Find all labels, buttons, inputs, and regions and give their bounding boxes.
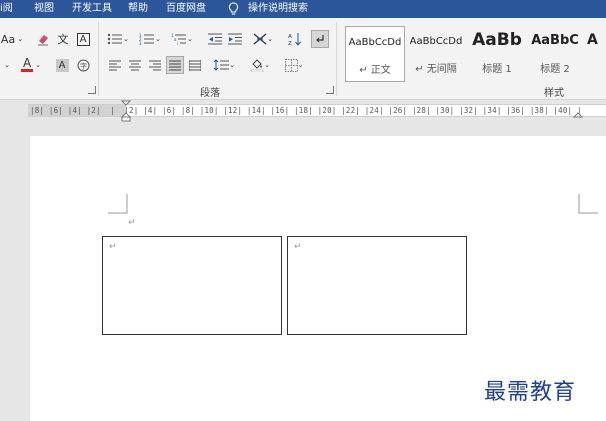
- line-spacing-icon: [213, 59, 230, 71]
- align-right-button[interactable]: [146, 56, 164, 74]
- svg-text:Z: Z: [288, 41, 292, 46]
- phonetic-guide-icon: 文: [57, 33, 69, 46]
- justify-button[interactable]: [166, 56, 184, 74]
- style-sample: A: [587, 32, 598, 48]
- menu-view[interactable]: 视图: [34, 2, 54, 16]
- distributed-button[interactable]: [186, 56, 204, 74]
- sort-button[interactable]: AZ: [286, 30, 304, 48]
- shading-button[interactable]: ⌄: [246, 56, 274, 74]
- menu-bar: i阅 视图 开发工具 帮助 百度网盘 操作说明搜索: [0, 0, 606, 18]
- numbered-list-icon: 123: [139, 33, 155, 45]
- borders-icon: [284, 58, 298, 72]
- svg-text:3: 3: [139, 41, 142, 45]
- table-cell[interactable]: ↵: [287, 236, 467, 335]
- style-sample: AaBbCcDd: [348, 37, 402, 48]
- align-center-button[interactable]: [126, 56, 144, 74]
- style-heading-2[interactable]: AaBbC 标题 2: [527, 26, 583, 82]
- bullet-list-icon: [107, 33, 123, 45]
- horizontal-ruler[interactable]: |8| |6| |4| |2| | |2| |4| |6| |8| |10| |…: [28, 104, 606, 117]
- style-name: ↵ 无间隔: [415, 64, 457, 75]
- character-border-button[interactable]: A: [75, 30, 91, 48]
- menu-developer[interactable]: 开发工具: [72, 2, 112, 16]
- numbering-button[interactable]: 123 ⌄: [136, 30, 164, 48]
- align-left-icon: [109, 60, 121, 70]
- align-right-icon: [149, 60, 161, 70]
- decrease-indent-button[interactable]: [206, 30, 224, 48]
- paragraph-mark: ↵: [128, 218, 136, 228]
- multilevel-list-button[interactable]: 1ai ⌄: [168, 30, 196, 48]
- style-sample: AaBbC: [531, 33, 579, 48]
- paragraph-dialog-launcher-icon[interactable]: [326, 86, 334, 94]
- enclosed-character-icon: 字: [77, 59, 89, 71]
- return-arrow-icon: [316, 35, 324, 43]
- styles-group-label: 样式: [544, 88, 564, 99]
- table-cell[interactable]: ↵: [102, 236, 282, 335]
- align-left-button[interactable]: [106, 56, 124, 74]
- font-color-bar: [21, 69, 34, 72]
- lightbulb-icon[interactable]: [228, 2, 239, 16]
- chinese-layout-icon: [253, 33, 267, 45]
- group-separator: [336, 22, 337, 96]
- character-border-icon: A: [76, 32, 90, 46]
- character-shading-icon: A: [55, 58, 69, 72]
- svg-text:字: 字: [80, 61, 87, 70]
- paint-bucket-icon: [250, 59, 264, 72]
- phonetic-guide-button[interactable]: 文: [54, 30, 72, 48]
- group-separator: [98, 22, 99, 96]
- menu-review[interactable]: i阅: [0, 2, 13, 16]
- decrease-indent-icon: [208, 33, 222, 45]
- ruler-scale: |8| |6| |4| |2| | |2| |4| |6| |8| |10| |…: [30, 106, 582, 115]
- font-dialog-launcher-icon[interactable]: [88, 86, 96, 94]
- highlight-dropdown[interactable]: ⌄: [0, 56, 14, 74]
- borders-button[interactable]: ⌄: [280, 56, 308, 74]
- menu-baidu-netdisk[interactable]: 百度网盘: [166, 2, 206, 16]
- clear-formatting-button[interactable]: [34, 30, 52, 48]
- right-margin-corner-icon: [578, 194, 598, 214]
- align-center-icon: [129, 60, 141, 70]
- tell-me-search[interactable]: 操作说明搜索: [248, 2, 308, 16]
- menu-help[interactable]: 帮助: [128, 2, 148, 16]
- bullets-button[interactable]: ⌄: [104, 30, 132, 48]
- style-name: 标题 1: [482, 64, 512, 75]
- indent-marker-icon[interactable]: [121, 100, 131, 122]
- paragraph-group-label: 段落: [200, 88, 220, 99]
- sort-icon: AZ: [288, 33, 301, 46]
- justify-icon: [169, 60, 181, 70]
- style-name: 标题 2: [540, 64, 570, 75]
- increase-indent-button[interactable]: [226, 30, 244, 48]
- multilevel-list-icon: 1ai: [171, 33, 187, 45]
- style-no-spacing[interactable]: AaBbCcDd ↵ 无间隔: [405, 26, 467, 82]
- ribbon: Aa ⌄ 文 A ⌄ A ⌄ A 字 ⌄ 123 ⌄ 1ai ⌄ ⌄ A Z ⌄…: [0, 18, 606, 100]
- increase-indent-icon: [228, 33, 242, 45]
- chinese-layout-button[interactable]: ⌄: [250, 30, 276, 48]
- left-margin-corner-icon: [108, 194, 128, 214]
- distributed-align-icon: [189, 59, 201, 71]
- style-sample: AaBb: [472, 30, 522, 50]
- style-name: ↵ 正文: [359, 65, 391, 76]
- watermark-logo: 最需教育: [484, 380, 577, 405]
- font-color-button[interactable]: A ⌄: [20, 56, 42, 74]
- paragraph-mark: ↵: [294, 242, 302, 252]
- enclose-characters-button[interactable]: 字: [75, 56, 91, 74]
- styles-gallery: AaBbCcDd ↵ 正文 AaBbCcDd ↵ 无间隔 AaBb 标题 1 A…: [341, 26, 606, 82]
- ruler-area: |8| |6| |4| |2| | |2| |4| |6| |8| |10| |…: [0, 100, 606, 122]
- style-sample: AaBbCcDd: [409, 36, 463, 47]
- show-formatting-marks-button[interactable]: [311, 30, 329, 48]
- style-heading-1[interactable]: AaBb 标题 1: [467, 26, 527, 82]
- paragraph-mark: ↵: [109, 242, 117, 252]
- change-case-button[interactable]: Aa ⌄: [0, 30, 24, 48]
- eraser-icon: [38, 35, 48, 46]
- style-title[interactable]: A: [585, 26, 606, 82]
- right-indent-marker-icon[interactable]: [573, 109, 583, 122]
- svg-text:i: i: [177, 41, 178, 45]
- line-spacing-button[interactable]: ⌄: [210, 56, 238, 74]
- style-normal[interactable]: AaBbCcDd ↵ 正文: [345, 26, 405, 82]
- svg-text:A: A: [288, 34, 292, 40]
- character-shading-button[interactable]: A: [54, 56, 70, 74]
